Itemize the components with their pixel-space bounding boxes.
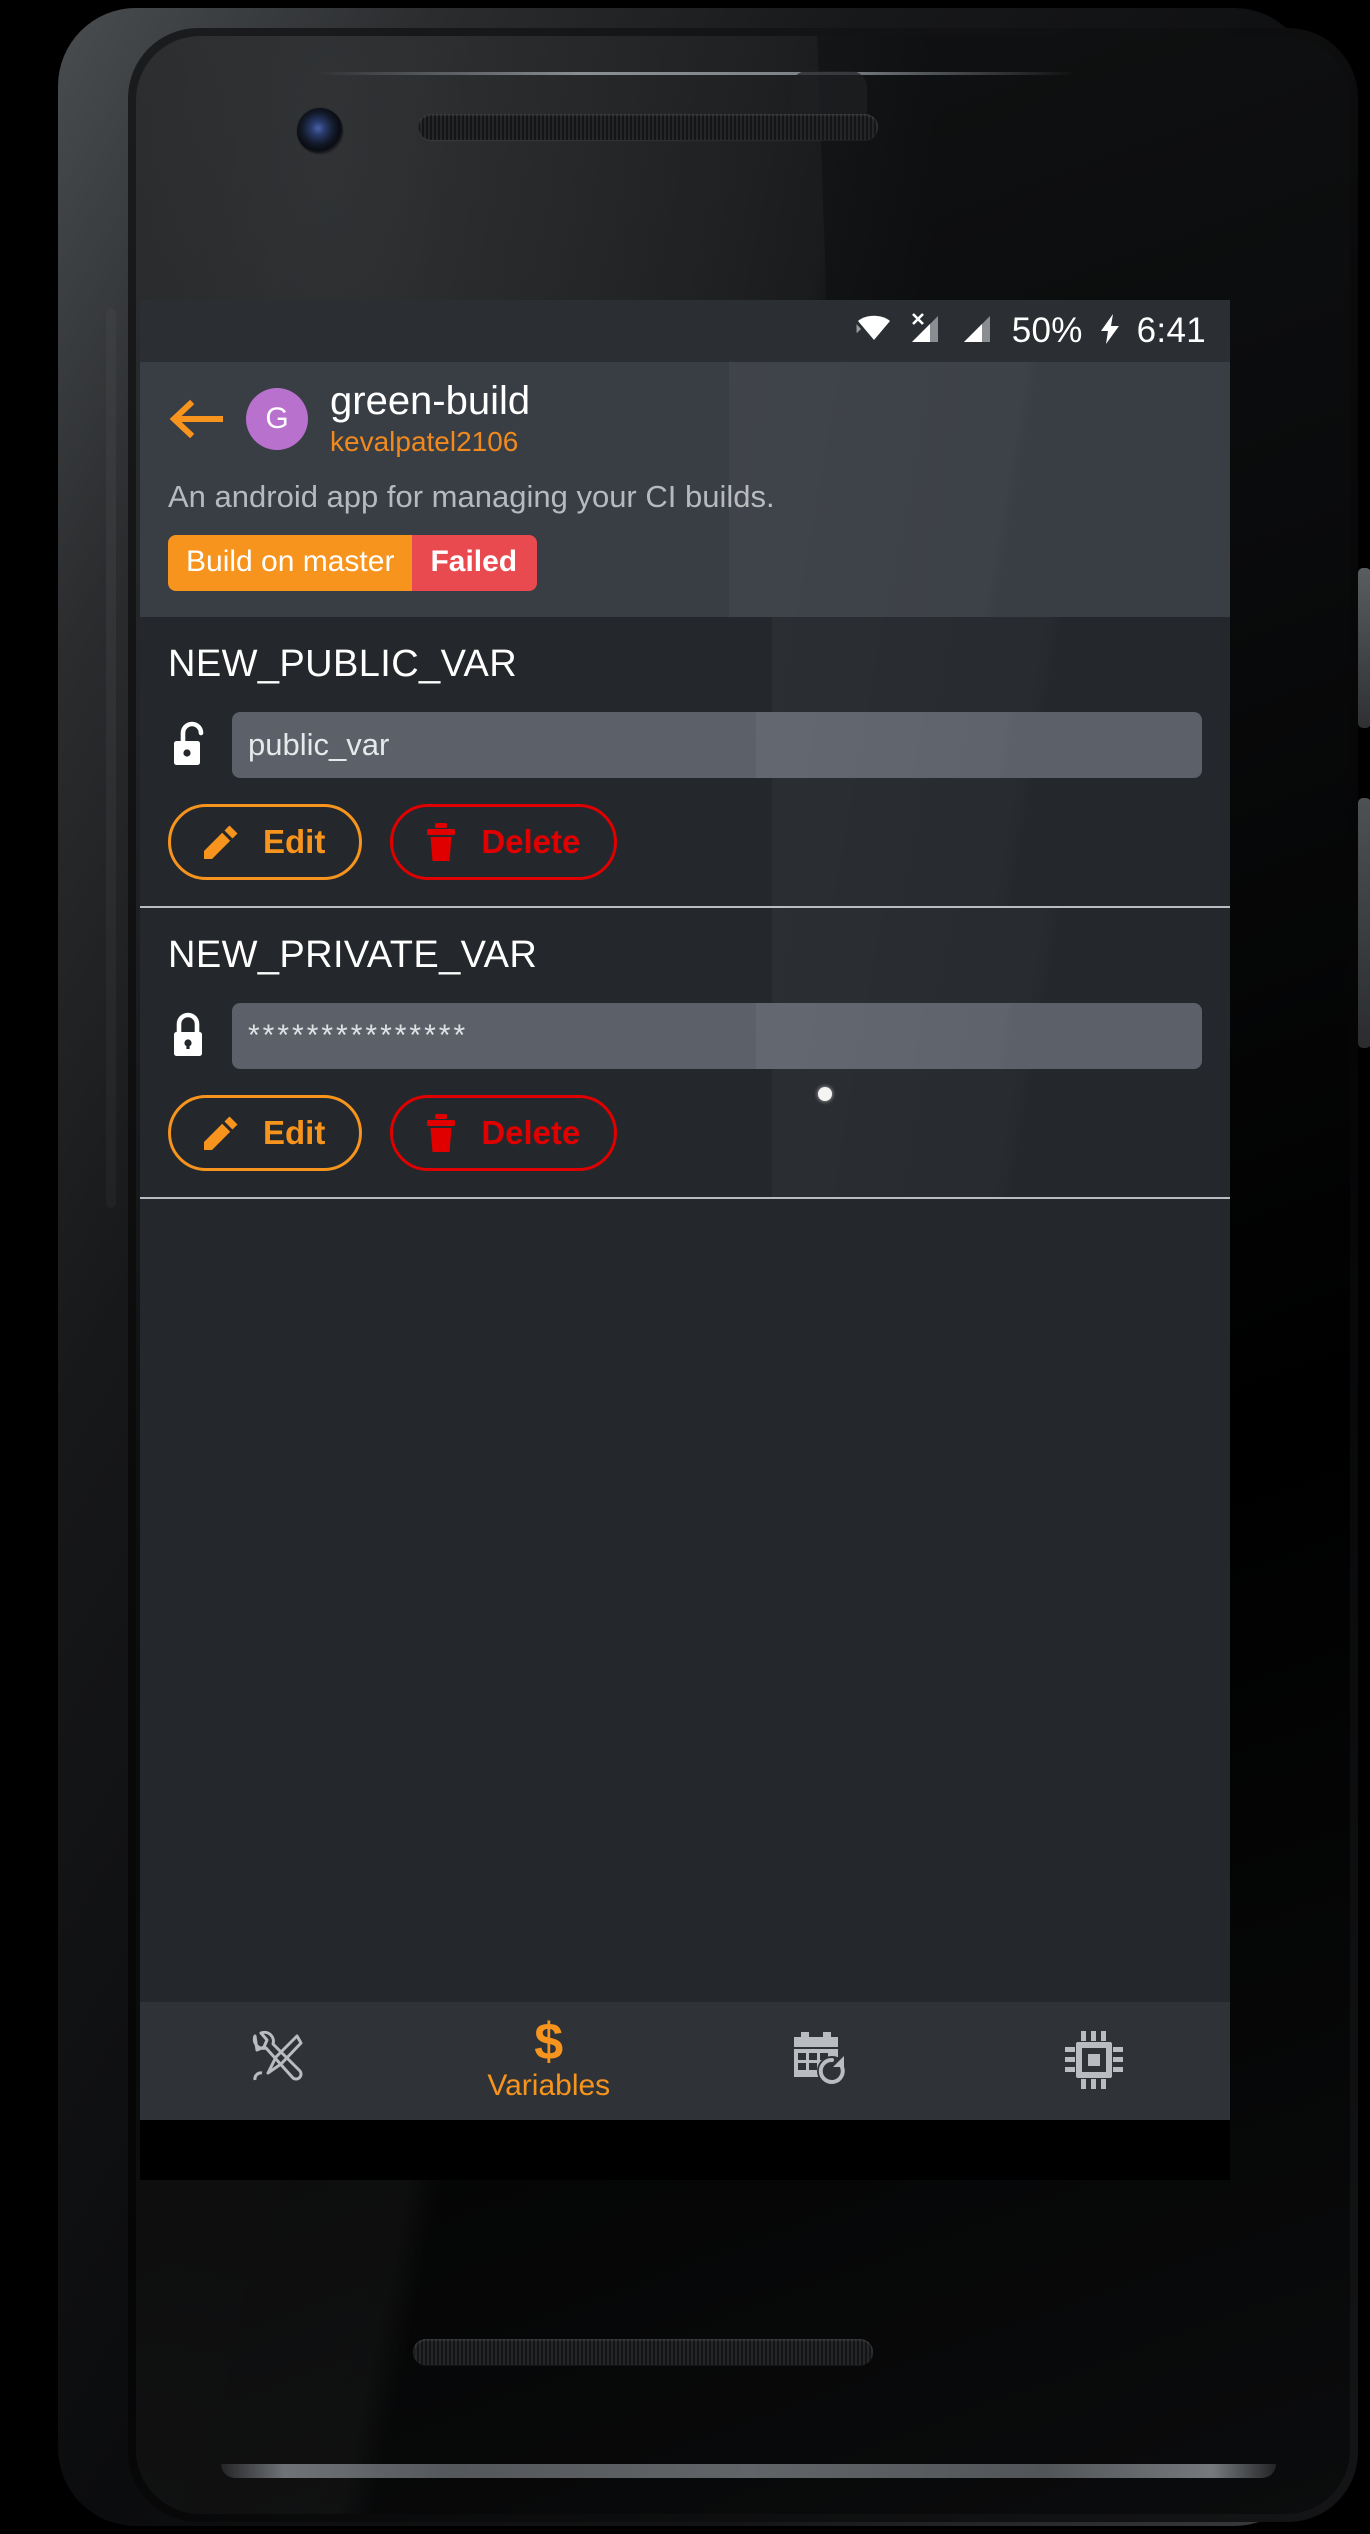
volume-button[interactable] <box>1358 798 1370 1048</box>
front-camera-icon <box>297 108 343 154</box>
avatar-letter: G <box>265 401 289 435</box>
avatar: G <box>246 387 308 450</box>
variable-actions: Edit Delete <box>168 804 1202 881</box>
app-bar-row: G green-build kevalpatel2106 <box>140 379 1230 457</box>
lock-icon <box>168 1010 214 1062</box>
signal-no-service-icon <box>908 312 946 351</box>
variable-value-text: public_var <box>248 727 390 763</box>
earpiece-speaker <box>418 114 878 140</box>
nav-item-cache[interactable] <box>958 2002 1231 2120</box>
repo-titles: green-build kevalpatel2106 <box>330 379 531 457</box>
nav-item-cron[interactable] <box>685 2002 958 2120</box>
trash-icon <box>427 823 456 862</box>
pencil-icon <box>204 825 238 860</box>
variable-card-private: NEW_PRIVATE_VAR *************** Edit Del… <box>140 908 1230 1200</box>
repo-owner-label[interactable]: kevalpatel2106 <box>330 426 530 457</box>
wifi-icon <box>854 312 894 351</box>
delete-button[interactable]: Delete <box>390 1095 618 1172</box>
delete-button[interactable]: Delete <box>390 804 618 881</box>
app-bar: G green-build kevalpatel2106 An android … <box>140 362 1230 618</box>
clock-time: 6:41 <box>1136 311 1206 350</box>
phone-screen: 50% 6:41 G green-build kevalpatel2106 An… <box>140 300 1230 2120</box>
delete-button-label: Delete <box>481 823 581 861</box>
charging-bolt-icon <box>1097 312 1123 351</box>
pencil-icon <box>204 1116 238 1151</box>
variable-value-input[interactable]: public_var <box>232 712 1202 779</box>
build-status-label: Failed <box>412 535 538 592</box>
status-bar: 50% 6:41 <box>140 300 1230 362</box>
edit-button[interactable]: Edit <box>168 804 363 881</box>
input-reflection <box>755 712 1202 779</box>
nav-item-variables[interactable]: $ Variables <box>413 2002 686 2120</box>
variable-value-row: public_var <box>168 712 1202 779</box>
page-title: green-build <box>330 379 531 423</box>
variable-value-input[interactable]: *************** <box>232 1003 1202 1070</box>
trash-icon <box>427 1114 456 1153</box>
back-arrow-icon[interactable] <box>168 396 224 442</box>
tools-icon <box>253 2030 303 2081</box>
variable-name: NEW_PUBLIC_VAR <box>168 643 518 686</box>
variable-value-text: *************** <box>248 1019 469 1053</box>
nav-item-tools[interactable] <box>140 2002 413 2120</box>
build-status-badge[interactable]: Build on master Failed <box>168 535 538 592</box>
phone-bottom-edge <box>221 2464 1276 2478</box>
input-reflection <box>755 1003 1202 1070</box>
repo-description: An android app for managing your CI buil… <box>168 479 775 515</box>
battery-percent: 50% <box>1011 311 1083 350</box>
system-navigation-bar <box>140 2120 1230 2180</box>
nav-label-variables: Variables <box>487 2069 611 2103</box>
edit-button[interactable]: Edit <box>168 1095 363 1172</box>
variable-card-public: NEW_PUBLIC_VAR public_var Edit Delete <box>140 617 1230 909</box>
edit-button-label: Edit <box>263 1114 326 1152</box>
dollar-icon: $ <box>534 2012 564 2071</box>
unlock-icon <box>168 719 214 771</box>
bottom-navigation: $ Variables <box>140 2002 1230 2120</box>
phone-left-edge <box>106 308 116 1208</box>
signal-bars-icon <box>960 312 998 351</box>
calendar-refresh-icon <box>794 2032 848 2086</box>
touch-indicator <box>818 1087 832 1101</box>
edit-button-label: Edit <box>263 823 326 861</box>
variable-actions: Edit Delete <box>168 1095 1202 1172</box>
power-button[interactable] <box>1358 568 1370 728</box>
delete-button-label: Delete <box>481 1114 581 1152</box>
build-branch-label: Build on master <box>168 535 413 592</box>
cpu-chip-icon <box>1064 2031 1123 2089</box>
bottom-speaker <box>413 2339 873 2365</box>
bezel-highlight <box>316 72 1076 75</box>
variable-name: NEW_PRIVATE_VAR <box>168 934 538 977</box>
variable-value-row: *************** <box>168 1003 1202 1070</box>
